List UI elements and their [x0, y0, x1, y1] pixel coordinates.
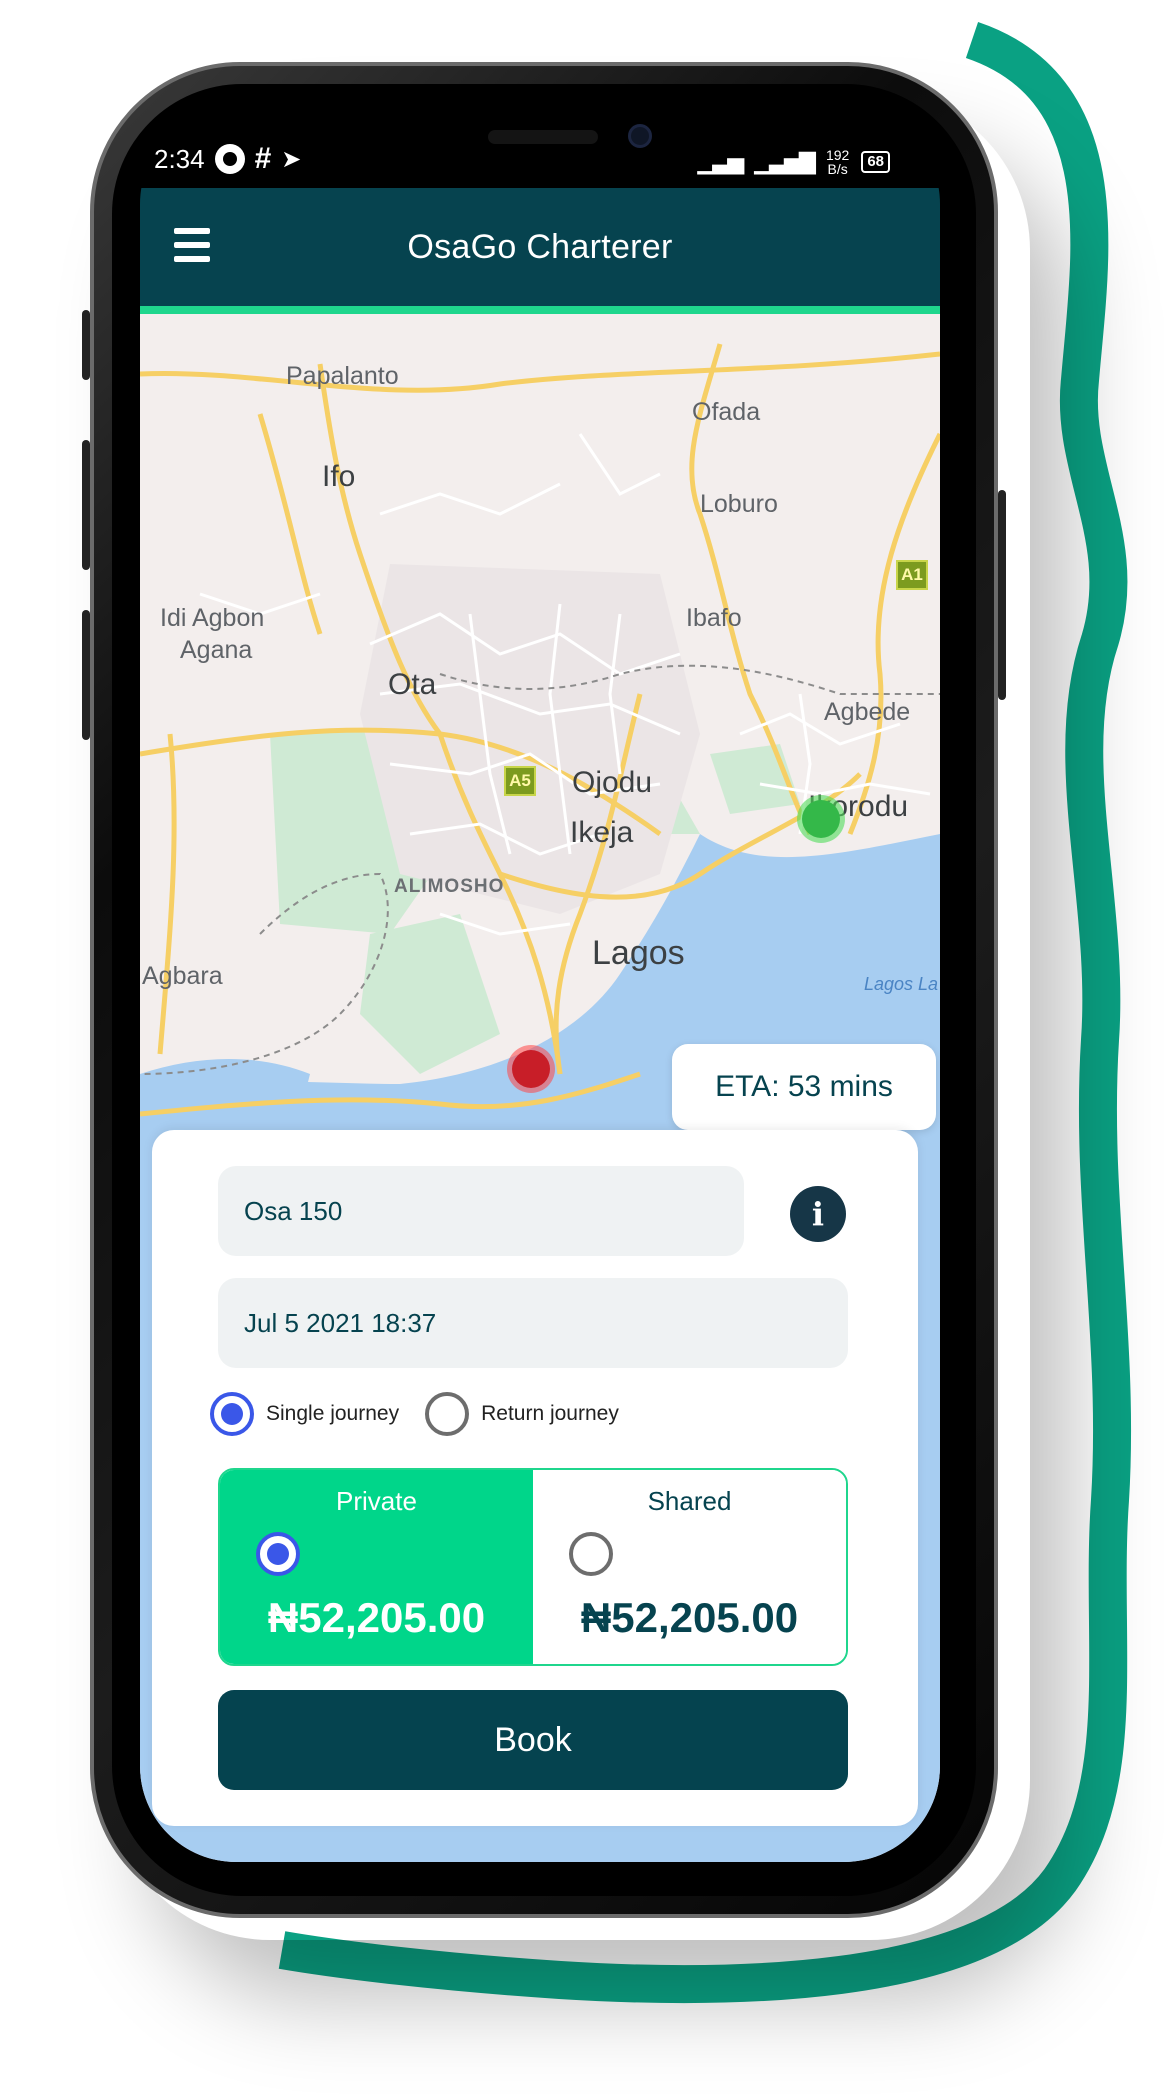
- map-label-agbara: Agbara: [142, 962, 223, 990]
- vehicle-value: Osa 150: [244, 1195, 343, 1226]
- shared-option[interactable]: Shared ₦52,205.00: [533, 1470, 846, 1664]
- signal-icon-2: ▁▃▅▇: [754, 149, 816, 174]
- private-price: ₦52,205.00: [267, 1594, 486, 1641]
- slack-icon: #: [254, 142, 272, 175]
- eta-badge: ETA: 53 mins: [672, 1044, 936, 1130]
- send-icon: ➤: [281, 145, 302, 173]
- datetime-field[interactable]: Jul 5 2021 18:37: [218, 1278, 848, 1368]
- app-header: OsaGo Charterer: [140, 188, 940, 314]
- map-label-lagos: Lagos: [592, 934, 685, 972]
- map-label-loburo: Loburo: [700, 490, 778, 518]
- map-label-ifo: Ifo: [322, 460, 356, 493]
- network-speed-unit: B/s: [827, 161, 848, 177]
- shared-price: ₦52,205.00: [580, 1594, 799, 1641]
- power-button: [998, 490, 1006, 700]
- map-label-lagos-lagoon: Lagos La: [864, 974, 939, 994]
- phone-screen: 2:34 # ➤ ▁▃▅ ▁▃▅▇ 192 B/s 68 OsaGo Chart…: [140, 108, 940, 1862]
- network-speed-value: 192: [825, 147, 850, 163]
- volume-down-button: [82, 610, 90, 740]
- private-radio[interactable]: [256, 1532, 300, 1576]
- book-button[interactable]: Book: [218, 1690, 848, 1790]
- map-label-ofada: Ofada: [692, 398, 761, 426]
- return-journey-radio[interactable]: [425, 1392, 470, 1436]
- map-label-agbede: Agbede: [824, 698, 911, 726]
- shared-option-title: Shared: [647, 1486, 732, 1516]
- whatsapp-icon: [214, 144, 245, 174]
- status-left: 2:34 # ➤: [154, 142, 301, 176]
- info-icon[interactable]: i: [790, 1186, 846, 1242]
- highway-shield-a1: A1: [896, 560, 928, 590]
- map-label-alimosho: ALIMOSHO: [394, 876, 505, 897]
- side-button: [82, 310, 90, 380]
- single-journey-label[interactable]: Single journey: [266, 1402, 399, 1426]
- private-option-title: Private: [336, 1486, 417, 1516]
- shared-radio[interactable]: [569, 1532, 613, 1576]
- map-label-ojodu: Ojodu: [572, 766, 653, 799]
- map-label-ibafo: Ibafo: [686, 604, 742, 632]
- map-label-papalanto: Papalanto: [286, 362, 399, 390]
- origin-pin[interactable]: [512, 1050, 550, 1088]
- single-journey-radio[interactable]: [210, 1392, 254, 1436]
- status-bar: 2:34 # ➤ ▁▃▅ ▁▃▅▇ 192 B/s 68: [140, 108, 940, 188]
- return-journey-label[interactable]: Return journey: [481, 1402, 619, 1426]
- volume-up-button: [82, 440, 90, 570]
- map-label-ikeja: Ikeja: [570, 816, 634, 849]
- seat-type-selector: Private ₦52,205.00 Shared ₦52,205.00: [218, 1468, 848, 1666]
- signal-icon: ▁▃▅: [697, 149, 745, 174]
- private-option[interactable]: Private ₦52,205.00: [220, 1470, 533, 1664]
- status-time: 2:34: [154, 143, 205, 174]
- map-label-agana: Agana: [180, 636, 253, 664]
- battery-icon: 68: [861, 151, 890, 173]
- map-label-idi-agbon: Idi Agbon: [160, 604, 265, 632]
- datetime-value: Jul 5 2021 18:37: [244, 1307, 437, 1338]
- highway-shield-a5: A5: [504, 766, 536, 796]
- network-speed: 192 B/s: [826, 148, 849, 176]
- map-label-ota: Ota: [388, 668, 437, 701]
- app-title: OsaGo Charterer: [407, 228, 673, 266]
- journey-type-selector: Single journey Return journey: [210, 1392, 633, 1436]
- booking-card: Osa 150 i Jul 5 2021 18:37 Single journe…: [152, 1130, 918, 1826]
- destination-pin[interactable]: [802, 800, 840, 838]
- status-right: ▁▃▅ ▁▃▅▇ 192 B/s 68: [697, 148, 890, 176]
- vehicle-field[interactable]: Osa 150: [218, 1166, 744, 1256]
